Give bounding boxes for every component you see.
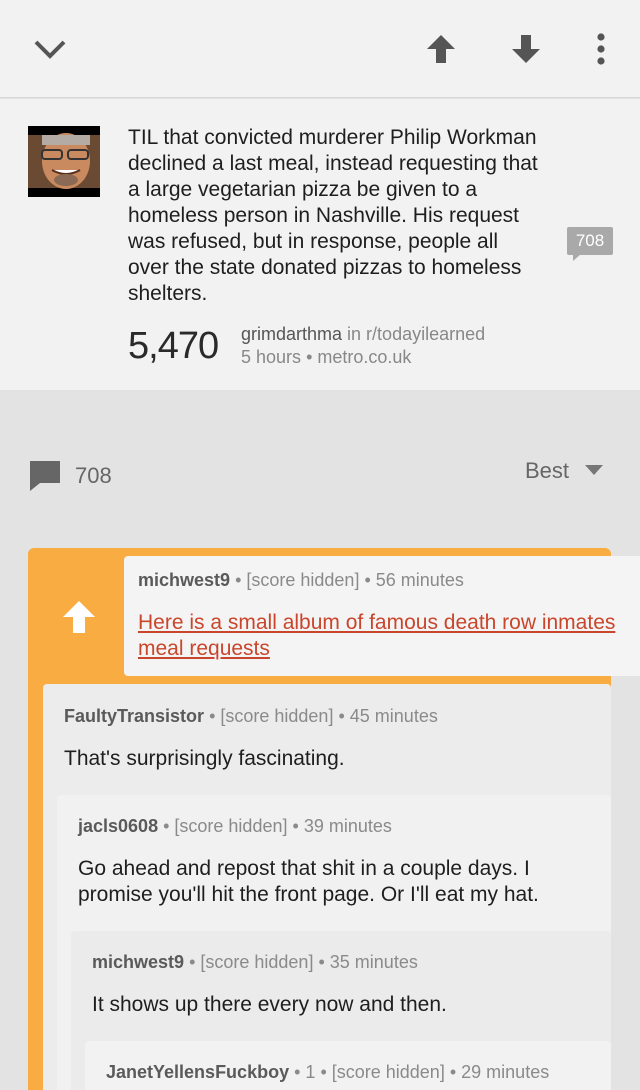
- top-toolbar: [0, 0, 640, 98]
- separator-dot: •: [189, 952, 201, 972]
- comment-points: 1: [305, 1062, 316, 1082]
- comment-author[interactable]: michwest9: [138, 570, 230, 590]
- comment-time: 39 minutes: [303, 816, 392, 836]
- comment-item[interactable]: michwest9 • [score hidden] • 56 minutes …: [124, 556, 640, 676]
- post-domain[interactable]: metro.co.uk: [317, 347, 411, 367]
- separator-dot: •: [318, 952, 330, 972]
- more-options-button[interactable]: [576, 24, 626, 74]
- comment-link[interactable]: Here is a small album of famous death ro…: [138, 611, 615, 660]
- comment-body: That's surprisingly fascinating.: [64, 747, 345, 770]
- separator-dot: •: [364, 570, 376, 590]
- comment-bubble-icon: [30, 461, 60, 491]
- separator-dot: •: [338, 706, 350, 726]
- comment-author[interactable]: JanetYellensFuckboy: [106, 1062, 289, 1082]
- upvote-arrow-icon[interactable]: [62, 600, 96, 634]
- comment-author[interactable]: michwest9: [92, 952, 184, 972]
- separator-dot: •: [449, 1062, 462, 1082]
- post-time-domain-line: 5 hours • metro.co.uk: [241, 346, 411, 368]
- comment-item[interactable]: JanetYellensFuckboy • 1 • [score hidden]…: [85, 1041, 611, 1090]
- separator-dot: •: [163, 816, 175, 836]
- post-header: TIL that convicted murderer Philip Workm…: [0, 99, 640, 390]
- comment-time: 29 minutes: [461, 1062, 550, 1082]
- comment-score: [score hidden]: [246, 570, 360, 590]
- thumbnail-image: [28, 126, 100, 197]
- upvote-button[interactable]: [416, 24, 466, 74]
- caret-down-icon[interactable]: [585, 465, 603, 475]
- separator-dot: •: [320, 1062, 332, 1082]
- post-subreddit[interactable]: in r/todayilearned: [347, 324, 485, 344]
- comment-meta: JanetYellensFuckboy • 1 • [score hidden]…: [106, 1061, 549, 1083]
- comment-count-badge[interactable]: 708: [567, 227, 613, 261]
- comment-time: 56 minutes: [375, 570, 464, 590]
- comment-body: Go ahead and repost that shit in a coupl…: [78, 857, 539, 906]
- comment-score: [score hidden]: [174, 816, 288, 836]
- post-title[interactable]: TIL that convicted murderer Philip Workm…: [128, 125, 538, 307]
- chevron-down-icon: [34, 40, 66, 59]
- comment-score: [score hidden]: [200, 952, 314, 972]
- separator-dot: •: [209, 706, 221, 726]
- comment-score: [score hidden]: [220, 706, 334, 726]
- collapse-button[interactable]: [25, 24, 75, 74]
- separator-dot: •: [235, 570, 247, 590]
- post-time: 5 hours: [241, 347, 302, 367]
- downvote-button[interactable]: [501, 24, 551, 74]
- sort-dropdown[interactable]: Best: [525, 458, 569, 484]
- arrow-up-icon: [427, 35, 455, 63]
- comment-meta: jacls0608 • [score hidden] • 39 minutes: [78, 815, 392, 837]
- comment-author[interactable]: FaultyTransistor: [64, 706, 204, 726]
- comment-time: 45 minutes: [349, 706, 438, 726]
- comments-count: 708: [75, 463, 112, 488]
- comment-meta: FaultyTransistor • [score hidden] • 45 m…: [64, 705, 438, 727]
- comment-meta: michwest9 • [score hidden] • 35 minutes: [92, 951, 418, 973]
- separator-dot: •: [292, 816, 304, 836]
- post-score: 5,470: [128, 325, 219, 367]
- post-thumbnail[interactable]: [28, 126, 100, 197]
- separator-dot: •: [294, 1062, 306, 1082]
- speech-tail-icon: [573, 254, 581, 261]
- arrow-down-icon: [512, 35, 540, 63]
- more-vertical-icon: [597, 33, 605, 65]
- comment-author[interactable]: jacls0608: [78, 816, 158, 836]
- separator-dot: •: [306, 347, 318, 367]
- post-author-line: grimdarthma in r/todayilearned: [241, 323, 485, 345]
- comment-meta: michwest9 • [score hidden] • 56 minutes: [138, 569, 464, 591]
- comment-body: It shows up there every now and then.: [92, 993, 447, 1016]
- comment-time: 35 minutes: [329, 952, 418, 972]
- comment-count-badge-label: 708: [567, 227, 613, 255]
- comment-score: [score hidden]: [331, 1062, 445, 1082]
- comment-body: Here is a small album of famous death ro…: [138, 610, 640, 662]
- post-author[interactable]: grimdarthma: [241, 324, 342, 344]
